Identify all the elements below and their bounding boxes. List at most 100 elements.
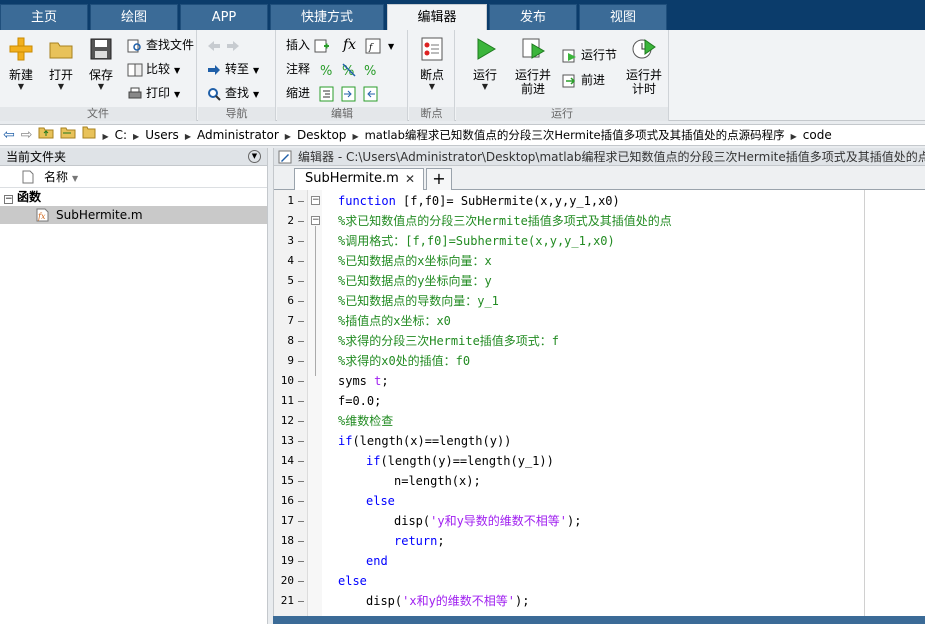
browse-folder-icon[interactable]: [57, 125, 79, 145]
right-text-limit-line: [864, 190, 865, 616]
run-section-button[interactable]: 运行节: [562, 46, 617, 64]
increase-indent-button[interactable]: [341, 84, 360, 102]
breakpoint-marker[interactable]: [298, 201, 304, 202]
breakpoint-marker[interactable]: [298, 361, 304, 362]
breadcrumb-administrator[interactable]: Administrator: [194, 125, 282, 145]
breakpoint-marker[interactable]: [298, 481, 304, 482]
fold-collapse-icon[interactable]: −: [311, 216, 320, 225]
code-line[interactable]: %维数检查: [338, 411, 393, 431]
compare-button[interactable]: 比较 ▼: [127, 60, 180, 78]
group-functions[interactable]: − 函数: [0, 188, 267, 206]
breakpoint-marker[interactable]: [298, 281, 304, 282]
breadcrumb-code[interactable]: code: [800, 125, 835, 145]
smart-indent-button[interactable]: [319, 84, 338, 102]
breadcrumb-c[interactable]: C:: [112, 125, 130, 145]
code-line[interactable]: if(length(x)==length(y)): [338, 431, 511, 451]
code-line[interactable]: %求得的分段三次Hermite插值多项式：f: [338, 331, 559, 351]
code-line[interactable]: disp('y和y导数的维数不相等');: [394, 511, 581, 531]
code-line[interactable]: else: [366, 491, 395, 511]
code-line[interactable]: %调用格式：[f,f0]=Subhermite(x,y,y_1,x0): [338, 231, 615, 251]
breakpoints-button[interactable]: 断点 ▼: [411, 36, 453, 92]
close-icon[interactable]: ✕: [405, 169, 415, 189]
breakpoint-marker[interactable]: [298, 441, 304, 442]
run-and-advance-button[interactable]: 运行并 前进: [512, 36, 554, 96]
file-item-subhermite[interactable]: fx SubHermite.m: [0, 206, 267, 224]
line-number: 7: [287, 314, 294, 327]
new-tab-button[interactable]: +: [426, 168, 452, 190]
code-line[interactable]: %插值点的x坐标：x0: [338, 311, 451, 331]
code-area[interactable]: 1 function [f,f0]= SubHermite(x,y,y_1,x0)…: [274, 190, 925, 616]
code-line[interactable]: f=0.0;: [338, 391, 381, 411]
breakpoint-marker[interactable]: [298, 501, 304, 502]
code-line[interactable]: %已知数据点的x坐标向量：x: [338, 251, 492, 271]
breakpoint-marker[interactable]: [298, 381, 304, 382]
run-button[interactable]: 运行 ▼: [464, 36, 506, 92]
column-header-name[interactable]: 名称 ▼: [0, 166, 267, 188]
breakpoint-marker[interactable]: [298, 321, 304, 322]
code-line[interactable]: n=length(x);: [394, 471, 481, 491]
breakpoint-marker[interactable]: [298, 301, 304, 302]
breakpoint-marker[interactable]: [298, 421, 304, 422]
code-line[interactable]: if(length(y)==length(y_1)): [366, 451, 554, 471]
breakpoint-marker[interactable]: [298, 341, 304, 342]
comment-button[interactable]: 注释: [286, 60, 310, 78]
find-files-button[interactable]: 查找文件: [127, 36, 194, 54]
breakpoint-marker[interactable]: [298, 521, 304, 522]
tab-editor[interactable]: 编辑器: [387, 4, 487, 30]
code-line[interactable]: return;: [394, 531, 445, 551]
breakpoint-marker[interactable]: [298, 541, 304, 542]
code-line[interactable]: function [f,f0]= SubHermite(x,y,y_1,x0): [338, 191, 620, 211]
advance-button[interactable]: 前进: [562, 71, 605, 89]
code-line[interactable]: %求得的x0处的插值：f0: [338, 351, 470, 371]
tab-apps[interactable]: APP: [180, 4, 268, 30]
run-time-icon: [632, 39, 656, 59]
breakpoint-marker[interactable]: [298, 241, 304, 242]
save-button[interactable]: 保存 ▼: [80, 36, 122, 92]
forward-arrow-icon[interactable]: ⇨: [18, 125, 36, 145]
code-line[interactable]: end: [366, 551, 388, 571]
uncomment-button[interactable]: %: [341, 60, 360, 78]
breakpoint-marker[interactable]: [298, 401, 304, 402]
goto-button[interactable]: 转至 ▼: [206, 60, 259, 78]
tab-view[interactable]: 视图: [579, 4, 667, 30]
panel-menu-icon[interactable]: ▼: [248, 150, 261, 163]
breadcrumb-users[interactable]: Users: [142, 125, 182, 145]
breakpoint-marker[interactable]: [298, 581, 304, 582]
code-line[interactable]: %已知数据点的y坐标向量：y: [338, 271, 492, 291]
wrap-comments-button[interactable]: %: [363, 60, 382, 78]
fold-collapse-icon[interactable]: −: [311, 196, 320, 205]
find-button[interactable]: 查找 ▼: [206, 84, 259, 102]
breakpoint-marker[interactable]: [298, 221, 304, 222]
wrap-comment-icon: %: [364, 64, 376, 78]
comment-percent-button[interactable]: %: [319, 60, 338, 78]
up-folder-icon[interactable]: [35, 125, 57, 145]
decrease-indent-button[interactable]: [363, 84, 382, 102]
indent-button[interactable]: 缩进: [286, 84, 310, 102]
breadcrumb-desktop[interactable]: Desktop: [294, 125, 350, 145]
breadcrumb-project-folder[interactable]: matlab编程求已知数值点的分段三次Hermite插值多项式及其插值处的点源码…: [362, 125, 788, 145]
code-line[interactable]: else: [338, 571, 367, 591]
print-button[interactable]: 打印 ▼: [127, 84, 180, 102]
tab-home[interactable]: 主页: [0, 4, 88, 30]
breakpoint-marker[interactable]: [298, 601, 304, 602]
breakpoint-marker[interactable]: [298, 561, 304, 562]
back-arrow-icon[interactable]: ⇦: [0, 125, 18, 145]
code-line[interactable]: disp('x和y的维数不相等');: [366, 591, 529, 611]
breakpoint-marker[interactable]: [298, 261, 304, 262]
insert-button[interactable]: 插入: [286, 36, 333, 54]
run-and-time-button[interactable]: 运行并 计时: [623, 36, 665, 96]
insert-function-button[interactable]: fx: [343, 36, 356, 54]
tab-publish[interactable]: 发布: [489, 4, 577, 30]
breakpoint-marker[interactable]: [298, 461, 304, 462]
tab-shortcuts[interactable]: 快捷方式: [270, 4, 384, 30]
back-forward-arrows[interactable]: [206, 36, 244, 54]
new-button[interactable]: 新建 ▼: [0, 36, 42, 92]
tab-plots[interactable]: 绘图: [90, 4, 178, 30]
code-line[interactable]: %已知数据点的导数向量：y_1: [338, 291, 499, 311]
collapse-icon[interactable]: −: [4, 195, 13, 204]
function-hints-button[interactable]: f ▼: [365, 36, 394, 54]
open-button[interactable]: 打开 ▼: [40, 36, 82, 92]
code-line[interactable]: syms t;: [338, 371, 389, 391]
code-line[interactable]: %求已知数值点的分段三次Hermite插值多项式及其插值处的点: [338, 211, 672, 231]
editor-tab-subhermite[interactable]: SubHermite.m ✕: [294, 168, 424, 190]
